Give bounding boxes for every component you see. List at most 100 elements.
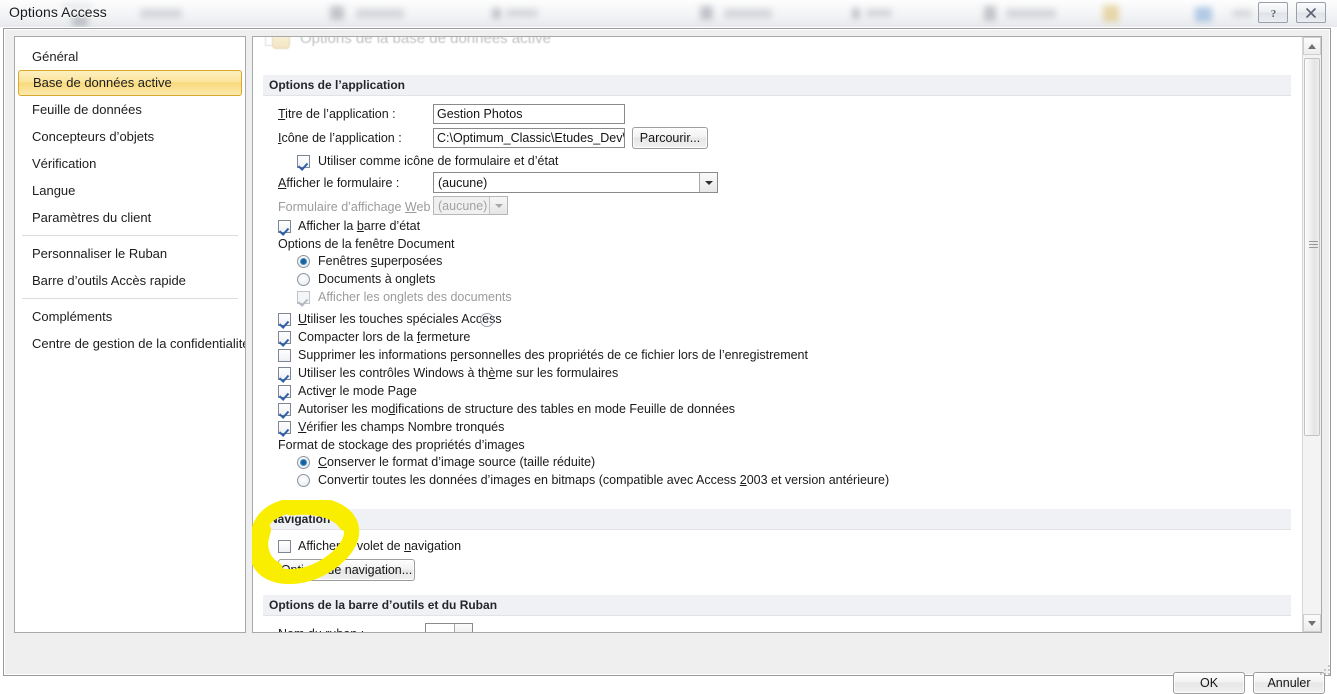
show-document-tabs-label: Afficher les onglets des documents <box>318 290 512 304</box>
radio-documents-a-onglets-label: Documents à onglets <box>318 272 436 286</box>
special-keys-checkbox[interactable] <box>278 313 291 326</box>
scroll-up-button[interactable] <box>1303 37 1321 55</box>
question-mark-icon: ? <box>1270 8 1276 19</box>
radio-fenetres-superposees-label: Fenêtres superposées <box>318 254 443 268</box>
use-as-form-icon-label: Utiliser comme icône de formulaire et d’… <box>318 154 559 168</box>
sidebar-separator <box>22 235 238 236</box>
display-form-value: (aucune) <box>438 175 488 190</box>
chevron-down-icon[interactable] <box>699 173 717 192</box>
sidebar-item-label: Personnaliser le Ruban <box>32 246 168 261</box>
sidebar-item-label: Feuille de données <box>32 102 142 117</box>
scrollbar-grip <box>1309 241 1318 248</box>
chevron-down-icon <box>1308 620 1316 626</box>
app-icon-label: Icône de l’application : <box>278 131 402 145</box>
radio-conserver-format-source-label: Conserver le format d’image source (tail… <box>318 455 596 469</box>
sidebar-item-label: Langue <box>32 183 76 198</box>
sidebar-item-feuille-de-donnees[interactable]: Feuille de données <box>15 96 245 123</box>
help-button[interactable]: ? <box>1258 2 1288 23</box>
use-as-form-icon-checkbox[interactable] <box>297 155 310 168</box>
sidebar-item-general[interactable]: Général <box>15 43 245 70</box>
section-header-toolbar-ribbon: Options de la barre d’outils et du Ruban <box>263 595 1291 616</box>
browse-button[interactable]: Parcourir... <box>632 127 708 149</box>
sidebar-item-parametres-du-client[interactable]: Paramètres du client <box>15 204 245 231</box>
radio-conserver-format-source[interactable] <box>297 456 310 469</box>
options-category-list[interactable]: Général Base de données active Feuille d… <box>14 36 246 633</box>
themed-controls-label: Utiliser les contrôles Windows à thème s… <box>298 366 619 380</box>
compact-on-close-checkbox[interactable] <box>278 331 291 344</box>
sidebar-item-label: Vérification <box>32 156 97 171</box>
sidebar-item-base-de-donnees-active[interactable]: Base de données active <box>18 70 242 96</box>
close-icon <box>1306 7 1316 18</box>
document-window-group-label: Options de la fenêtre Document <box>278 237 455 251</box>
sidebar-item-barre-d-outils-acces-rapide[interactable]: Barre d’outils Accès rapide <box>15 267 245 294</box>
sidebar-item-langue[interactable]: Langue <box>15 177 245 204</box>
options-dialog: Général Base de données active Feuille d… <box>3 28 1331 694</box>
sidebar-item-label: Général <box>32 49 79 64</box>
check-truncated-numbers-label: Vérifier les champs Nombre tronqués <box>298 420 505 434</box>
navigation-options-button[interactable]: Options de navigation... <box>278 559 415 581</box>
special-keys-label: Utiliser les touches spéciales Access <box>298 312 502 326</box>
section-header-navigation: Navigation <box>263 509 1291 530</box>
sidebar-item-label: Barre d’outils Accès rapide <box>32 273 186 288</box>
cancel-button[interactable]: Annuler <box>1253 672 1325 694</box>
section-title: Navigation <box>269 512 331 526</box>
show-navigation-pane-checkbox[interactable] <box>278 540 291 553</box>
sidebar-item-label: Concepteurs d’objets <box>32 129 155 144</box>
radio-fenetres-superposees[interactable] <box>297 255 310 268</box>
close-button[interactable] <box>1296 2 1326 23</box>
allow-datasheet-design-checkbox[interactable] <box>278 403 291 416</box>
info-icon[interactable]: i <box>480 313 494 327</box>
web-display-form-value: (aucune) <box>438 198 488 213</box>
sidebar-item-personnaliser-le-ruban[interactable]: Personnaliser le Ruban <box>15 240 245 267</box>
check-truncated-numbers-checkbox[interactable] <box>278 421 291 434</box>
content-scroll-area: Options de la base de données active Opt… <box>253 37 1301 632</box>
ok-button[interactable]: OK <box>1173 672 1245 694</box>
content-scrollbar[interactable] <box>1302 37 1321 632</box>
chevron-up-icon <box>1308 43 1316 49</box>
sidebar-item-verification[interactable]: Vérification <box>15 150 245 177</box>
scroll-down-button[interactable] <box>1303 614 1321 632</box>
page-heading: Options de la base de données active <box>265 36 552 49</box>
sidebar-item-complements[interactable]: Compléments <box>15 303 245 330</box>
options-content-pane: Options de la base de données active Opt… <box>252 36 1322 633</box>
sidebar-item-label: Paramètres du client <box>32 210 152 225</box>
window-titlebar: Options Access ? <box>0 0 1337 27</box>
window-title: Options Access <box>9 4 107 20</box>
page-heading-text: Options de la base de données active <box>300 36 552 47</box>
display-form-label: Afficher le formulaire : <box>278 176 400 190</box>
chevron-down-icon <box>489 197 507 214</box>
resize-grip[interactable] <box>1320 665 1330 675</box>
ribbon-name-combo[interactable] <box>425 623 473 632</box>
sidebar-item-centre-de-gestion-de-la-confidentialite[interactable]: Centre de gestion de la confidentialité <box>15 330 245 357</box>
chevron-down-icon[interactable] <box>454 624 472 632</box>
allow-datasheet-design-label: Autoriser les modifications de structure… <box>298 402 736 416</box>
web-display-form-label: Formulaire d’affichage Web : <box>278 200 438 214</box>
app-title-input[interactable]: Gestion Photos <box>433 104 625 124</box>
sidebar-separator <box>22 298 238 299</box>
enable-layout-view-label: Activer le mode Page <box>298 384 417 398</box>
remove-personal-info-checkbox[interactable] <box>278 349 291 362</box>
radio-documents-a-onglets[interactable] <box>297 273 310 286</box>
section-header-application: Options de l’application <box>263 75 1291 96</box>
web-display-form-combo: (aucune) <box>433 196 508 215</box>
themed-controls-checkbox[interactable] <box>278 367 291 380</box>
sidebar-item-label: Base de données active <box>33 75 172 90</box>
remove-personal-info-label: Supprimer les informations personnelles … <box>298 348 808 362</box>
section-title: Options de la barre d’outils et du Ruban <box>269 598 498 612</box>
radio-convertir-en-bitmaps[interactable] <box>297 474 310 487</box>
compact-on-close-label: Compacter lors de la fermeture <box>298 330 471 344</box>
scrollbar-thumb[interactable] <box>1304 58 1320 436</box>
sidebar-item-label: Centre de gestion de la confidentialité <box>32 336 246 351</box>
app-icon-input[interactable]: C:\Optimum_Classic\Etudes_Dev\Gr <box>433 128 625 148</box>
radio-convertir-en-bitmaps-label: Convertir toutes les données d’images en… <box>318 473 890 487</box>
enable-layout-view-checkbox[interactable] <box>278 385 291 398</box>
ribbon-name-label: Nom du ruban : <box>278 627 364 632</box>
display-form-combo[interactable]: (aucune) <box>433 172 718 193</box>
database-icon <box>265 37 291 49</box>
sidebar-item-label: Compléments <box>32 309 113 324</box>
section-title: Options de l’application <box>269 78 406 92</box>
show-status-bar-checkbox[interactable] <box>278 220 291 233</box>
svg-text:?: ? <box>1270 8 1276 19</box>
image-storage-group-label: Format de stockage des propriétés d’imag… <box>278 438 525 452</box>
sidebar-item-concepteurs-d-objets[interactable]: Concepteurs d’objets <box>15 123 245 150</box>
